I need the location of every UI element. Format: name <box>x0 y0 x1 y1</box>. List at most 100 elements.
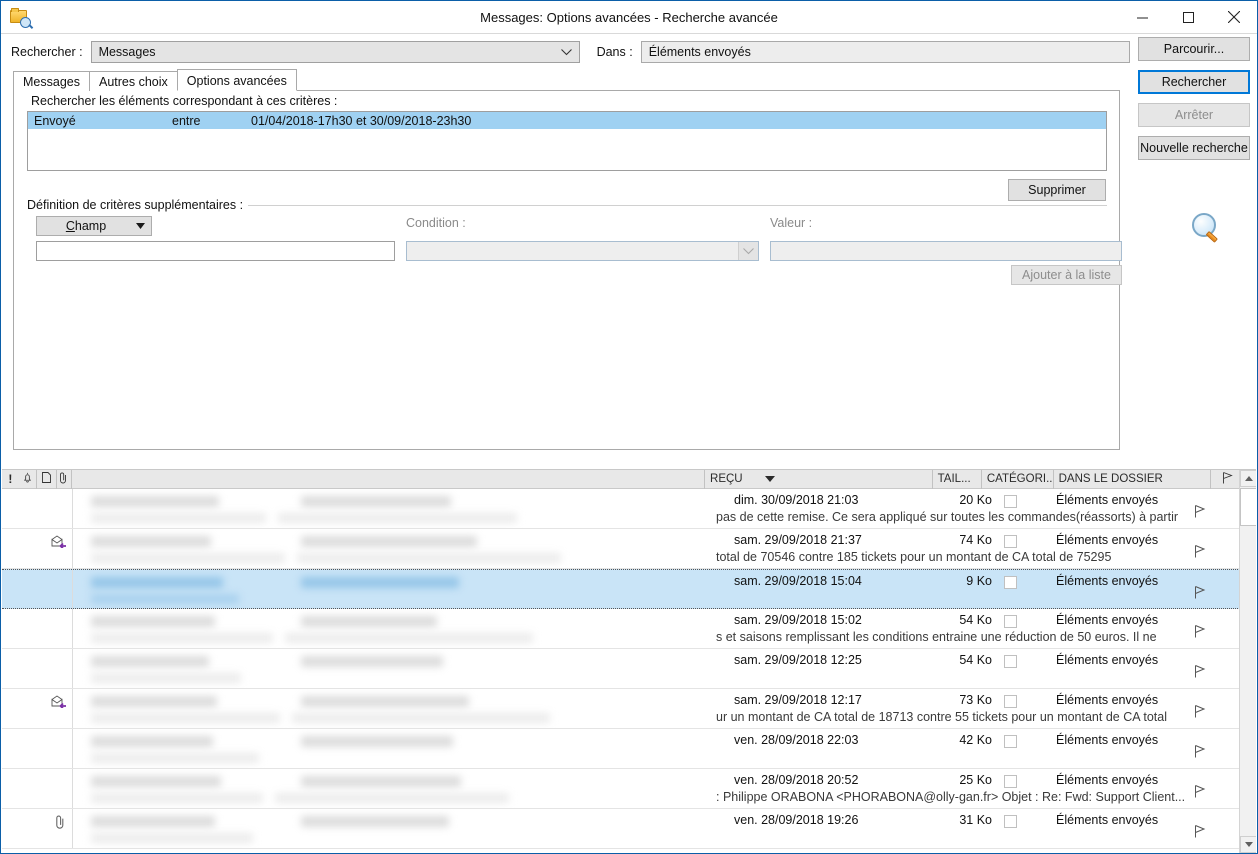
in-folder-column-header[interactable]: DANS LE DOSSIER <box>1054 470 1211 489</box>
row-category-box[interactable] <box>1004 695 1017 708</box>
table-row[interactable]: dim. 30/09/2018 21:03 20 Ko Éléments envoy… <box>2 489 1256 529</box>
row-snippet: total de 70546 contre 185 tickets pour u… <box>716 550 1112 564</box>
row-details-cell: sam. 29/09/2018 12:25 54 Ko Éléments envoy… <box>716 649 1256 688</box>
tab-options-avancees-label: Options avancées <box>186 73 287 88</box>
page-icon <box>42 472 52 486</box>
row-received: sam. 29/09/2018 12:17 <box>734 693 862 707</box>
replied-envelope-icon <box>51 535 66 550</box>
minimize-icon[interactable] <box>1119 1 1165 33</box>
condition-combobox[interactable] <box>406 241 759 261</box>
size-column-header[interactable]: TAIL... <box>933 470 982 489</box>
flag-icon[interactable] <box>1194 505 1206 521</box>
look-for-label: Rechercher : <box>11 45 83 59</box>
size-column-label: TAIL... <box>937 473 971 485</box>
row-size: 9 Ko <box>966 574 992 588</box>
row-received: dim. 30/09/2018 21:03 <box>734 493 859 507</box>
row-sender-subject-cell[interactable] <box>73 649 716 688</box>
delete-criteria-label: Supprimer <box>1028 183 1086 197</box>
row-category-box[interactable] <box>1004 815 1017 828</box>
row-category-box[interactable] <box>1004 535 1017 548</box>
row-icon-cell <box>2 809 73 848</box>
table-row[interactable]: ven. 28/09/2018 19:26 31 Ko Éléments envoy… <box>2 809 1256 849</box>
row-sender-subject-cell[interactable] <box>73 609 716 648</box>
tab-messages[interactable]: Messages <box>13 71 90 91</box>
scroll-down-arrow-icon[interactable] <box>1240 836 1256 853</box>
tab-options-avancees[interactable]: Options avancées <box>176 69 297 91</box>
field-dropdown-button[interactable]: Champ <box>36 216 152 236</box>
subject-column-header[interactable] <box>72 470 706 489</box>
row-sender-subject-cell[interactable] <box>73 769 716 808</box>
row-icon-cell <box>2 769 73 808</box>
row-category-box[interactable] <box>1004 495 1017 508</box>
new-search-button[interactable]: Nouvelle recherche <box>1138 136 1250 160</box>
row-details-cell: sam. 29/09/2018 15:02 54 Ko Éléments envoy… <box>716 609 1256 648</box>
row-folder: Éléments envoyés <box>1056 653 1159 667</box>
received-column-header[interactable]: REÇU <box>705 470 933 489</box>
table-row[interactable]: sam. 29/09/2018 12:25 54 Ko Éléments envoy… <box>2 649 1256 689</box>
row-sender-subject-cell[interactable] <box>73 489 716 528</box>
field-input[interactable] <box>36 241 395 261</box>
row-received: ven. 28/09/2018 19:26 <box>734 813 859 827</box>
scrollbar-thumb[interactable] <box>1240 488 1256 526</box>
look-for-combobox[interactable]: Messages <box>90 41 580 63</box>
row-category-box[interactable] <box>1004 576 1017 589</box>
flag-icon[interactable] <box>1194 705 1206 721</box>
flag-icon[interactable] <box>1194 665 1206 681</box>
reminder-column-header[interactable] <box>19 470 38 489</box>
row-category-box[interactable] <box>1004 775 1017 788</box>
row-category-box[interactable] <box>1004 735 1017 748</box>
row-sender-subject-cell[interactable] <box>73 529 716 568</box>
condition-label: Condition : <box>406 216 466 230</box>
delete-criteria-button[interactable]: Supprimer <box>1008 179 1106 201</box>
attachment-column-header[interactable] <box>57 470 72 489</box>
criteria-list[interactable]: Envoyé entre 01/04/2018-17h30 et 30/09/2… <box>27 111 1107 171</box>
table-row[interactable]: sam. 29/09/2018 15:04 9 Ko Éléments envoyé… <box>2 569 1256 609</box>
advanced-options-panel: Rechercher les éléments correspondant à … <box>13 90 1122 450</box>
table-row[interactable]: sam. 29/09/2018 15:02 54 Ko Éléments envoy… <box>2 609 1256 649</box>
row-received: sam. 29/09/2018 15:02 <box>734 613 862 627</box>
categories-column-header[interactable]: CATÉGORI... <box>982 470 1054 489</box>
search-button[interactable]: Rechercher <box>1138 70 1250 94</box>
close-icon[interactable] <box>1211 1 1257 33</box>
row-details-cell: sam. 29/09/2018 15:04 9 Ko Éléments envoyé… <box>716 570 1256 608</box>
row-sender-subject-cell[interactable] <box>73 570 716 608</box>
flag-icon[interactable] <box>1194 545 1206 561</box>
row-snippet: : Philippe ORABONA <PHORABONA@olly-gan.f… <box>716 790 1186 804</box>
value-input[interactable] <box>770 241 1122 261</box>
row-sender-subject-cell[interactable] <box>73 729 716 768</box>
row-category-box[interactable] <box>1004 655 1017 668</box>
results-scrollbar[interactable] <box>1239 470 1256 853</box>
row-sender-subject-cell[interactable] <box>73 689 716 728</box>
row-folder: Éléments envoyés <box>1056 533 1159 547</box>
flag-icon[interactable] <box>1194 825 1206 841</box>
table-row[interactable]: sam. 29/09/2018 21:37 74 Ko Éléments envoy… <box>2 529 1256 569</box>
tab-autres-choix[interactable]: Autres choix <box>88 71 178 91</box>
table-row[interactable]: ven. 28/09/2018 20:52 25 Ko Éléments envoy… <box>2 769 1256 809</box>
flag-icon[interactable] <box>1194 785 1206 801</box>
table-row[interactable]: sam. 29/09/2018 12:17 73 Ko Éléments envoy… <box>2 689 1256 729</box>
row-received: sam. 29/09/2018 15:04 <box>734 574 862 588</box>
results-header-row: ! REÇU TAIL... CATÉGORI... DANS LE DOSSI… <box>2 470 1256 489</box>
row-sender-subject-cell[interactable] <box>73 809 716 848</box>
row-category-box[interactable] <box>1004 615 1017 628</box>
row-folder: Éléments envoyés <box>1056 773 1159 787</box>
table-row[interactable]: ven. 28/09/2018 22:03 42 Ko Éléments envoy… <box>2 729 1256 769</box>
flag-icon[interactable] <box>1194 586 1206 602</box>
criteria-row[interactable]: Envoyé entre 01/04/2018-17h30 et 30/09/2… <box>28 112 1106 129</box>
add-to-list-button[interactable]: Ajouter à la liste <box>1011 265 1122 285</box>
maximize-icon[interactable] <box>1165 1 1211 33</box>
in-folder-field[interactable]: Éléments envoyés <box>640 41 1130 63</box>
browse-button[interactable]: Parcourir... <box>1138 37 1250 61</box>
scroll-up-arrow-icon[interactable] <box>1240 470 1256 487</box>
row-size: 42 Ko <box>959 733 992 747</box>
importance-column-header[interactable]: ! <box>2 470 19 489</box>
flag-icon[interactable] <box>1194 745 1206 761</box>
row-size: 20 Ko <box>959 493 992 507</box>
row-details-cell: ven. 28/09/2018 19:26 31 Ko Éléments envoy… <box>716 809 1256 848</box>
advanced-find-window: Messages: Options avancées - Recherche a… <box>0 0 1258 854</box>
flag-icon[interactable] <box>1194 625 1206 641</box>
row-details-cell: dim. 30/09/2018 21:03 20 Ko Éléments envoy… <box>716 489 1256 528</box>
item-type-column-header[interactable] <box>37 470 57 489</box>
value-label: Valeur : <box>770 216 813 230</box>
row-icon-cell <box>2 729 73 768</box>
